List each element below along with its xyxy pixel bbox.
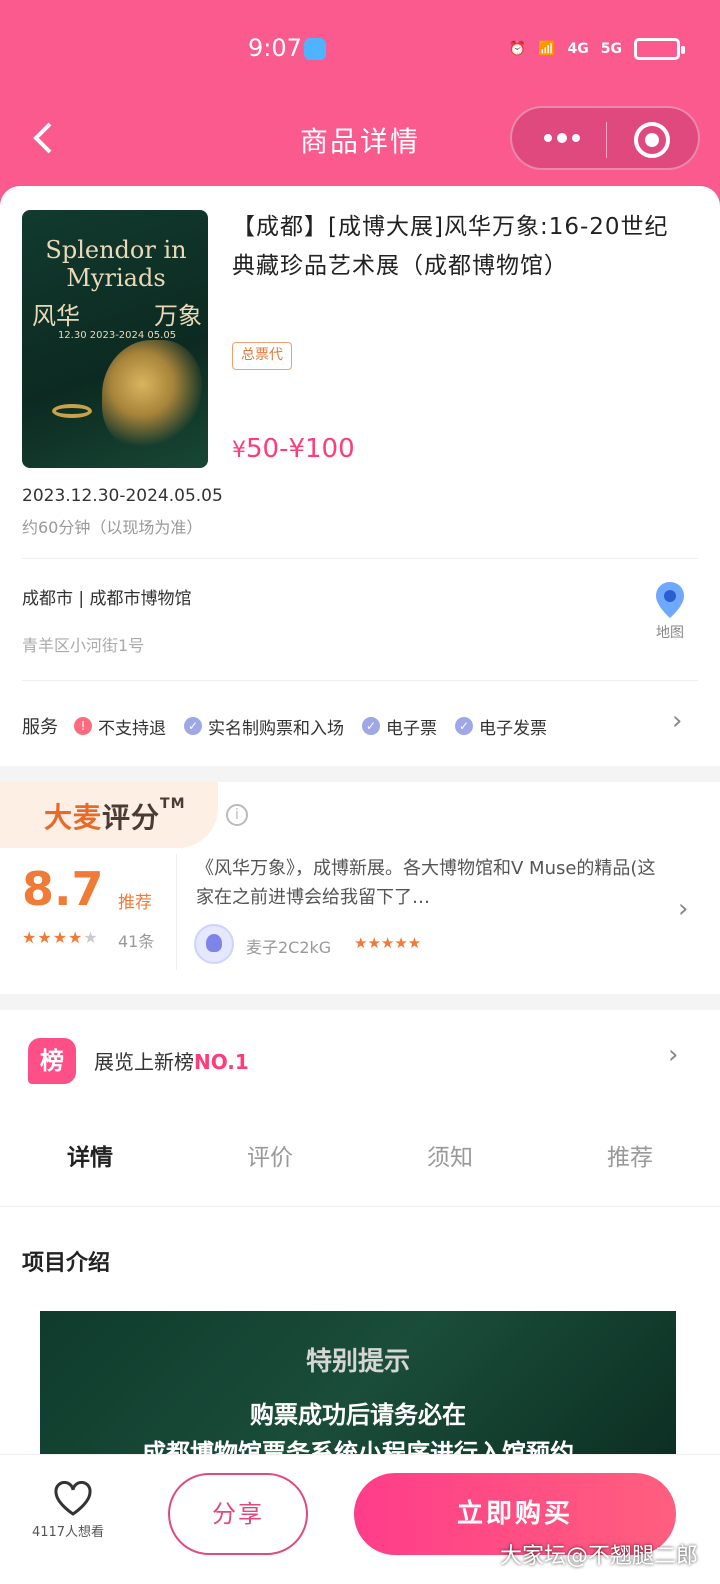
rating-badge: 大麦评分TM xyxy=(0,782,218,848)
service-label: 实名制购票和入场 xyxy=(208,718,344,739)
rating-stars: ★★★★★ xyxy=(22,928,99,947)
ranking-text: 展览上新榜NO.1 xyxy=(94,1046,249,1075)
poster-cn-left: 风华 xyxy=(32,302,80,330)
tab-reviews[interactable]: 评价 xyxy=(180,1130,360,1186)
review-count: 41条 xyxy=(118,932,155,951)
mini-program-capsule xyxy=(510,106,700,170)
divider xyxy=(176,854,177,970)
rating-brand: 大麦评分TM xyxy=(44,796,186,836)
reviewer-stars: ★★★★★ xyxy=(354,934,422,952)
check-icon: ✓ xyxy=(184,717,202,735)
intro-section: 项目介绍 特别提示 购票成功后请务必在 成都博物馆票务系统小程序进行入馆预约 xyxy=(0,1207,720,1471)
status-icons: ⏰ 📶 4G 5G xyxy=(508,38,685,60)
check-icon: ✓ xyxy=(362,717,380,735)
service-item: ✓ 实名制购票和入场 xyxy=(184,714,344,739)
divider xyxy=(22,558,698,559)
service-item: ✓ 电子发票 xyxy=(455,714,547,739)
map-pin-icon xyxy=(656,582,684,618)
wifi-icon: 📶 xyxy=(538,41,556,57)
network-4g-label: 4G xyxy=(567,41,589,57)
rating-score: 8.7 xyxy=(22,862,104,916)
price-range: ¥50-¥100 xyxy=(232,434,355,464)
poster-dates: 12.30 2023-2024 05.05 xyxy=(57,330,177,341)
poster-cn-right: 万象 xyxy=(154,302,202,330)
ring-jewel xyxy=(52,404,92,418)
ranking-number: NO.1 xyxy=(194,1050,249,1074)
review-snippet[interactable]: 《风华万象》，成博新展。各大博物馆和V Muse的精品(这家在之前进博会给我留下… xyxy=(196,854,666,914)
poster-image[interactable]: Splendor in Myriads 风华 万象 12.30 2023-202… xyxy=(22,210,208,468)
trademark: TM xyxy=(160,796,186,812)
poster-english-title: Splendor in Myriads xyxy=(45,236,187,292)
venue-address[interactable]: 青羊区小河街1号 xyxy=(22,632,144,656)
stars-empty: ★ xyxy=(83,928,99,947)
product-title: 【成都】[成博大展]风华万象:16-20世纪典藏珍品艺术展（成都博物馆） xyxy=(232,214,669,279)
close-mini-program-icon[interactable] xyxy=(634,122,670,158)
alarm-icon: ⏰ xyxy=(508,41,527,57)
recommend-label: 推荐 xyxy=(118,893,152,913)
map-button[interactable]: 地图 xyxy=(648,580,692,646)
chevron-right-icon[interactable]: › xyxy=(672,706,682,736)
services-label: 服务 xyxy=(22,717,58,738)
map-label: 地图 xyxy=(656,625,684,641)
product-card: Splendor in Myriads 风华 万象 12.30 2023-202… xyxy=(0,186,720,766)
tab-details[interactable]: 详情 xyxy=(0,1130,180,1186)
want-to-see-button[interactable]: 4117人想看 xyxy=(28,1481,118,1540)
reviewer-name: 麦子2C2kG xyxy=(246,938,332,957)
venue-name[interactable]: 成都市 | 成都市博物馆 xyxy=(22,584,192,609)
service-label: 电子发票 xyxy=(479,718,547,739)
warning-icon: ! xyxy=(74,717,92,735)
currency-symbol: ¥ xyxy=(232,438,246,463)
notice-line-1: 特别提示 xyxy=(305,1347,410,1377)
agent-tag: 总票代 xyxy=(232,342,292,370)
status-time: 9:07 xyxy=(248,34,302,62)
watermark-text: 大家坛@不翘腿二郎 xyxy=(499,1544,698,1569)
peacock-brooch xyxy=(102,340,202,450)
notification-icon xyxy=(304,38,326,60)
tab-notice[interactable]: 须知 xyxy=(360,1130,540,1186)
stars-filled: ★★★★ xyxy=(22,928,84,947)
service-label: 不支持退 xyxy=(98,718,166,739)
rating-section[interactable]: 大麦评分TM i 8.7 推荐 ★★★★★ 41条 《风华万象》，成博新展。各大… xyxy=(0,782,720,994)
user-avatar xyxy=(194,924,234,964)
notice-line-2: 购票成功后请务必在 xyxy=(250,1401,466,1429)
notice-image[interactable]: 特别提示 购票成功后请务必在 成都博物馆票务系统小程序进行入馆预约 xyxy=(40,1311,676,1471)
check-icon: ✓ xyxy=(455,717,473,735)
brand-damai: 大麦 xyxy=(44,801,103,834)
event-date: 2023.12.30-2024.05.05 xyxy=(22,486,223,506)
status-bar: 9:07 ⏰ 📶 4G 5G xyxy=(0,34,720,74)
chevron-right-icon[interactable]: › xyxy=(678,894,688,924)
intro-heading: 项目介绍 xyxy=(22,1251,111,1276)
ranking-label: 展览上新榜 xyxy=(94,1050,194,1074)
heart-icon xyxy=(54,1481,92,1516)
price-value: 50-¥100 xyxy=(246,434,355,464)
brand-pingfen: 评分 xyxy=(102,801,161,834)
battery-icon xyxy=(634,38,685,60)
want-to-see-count: 4117人想看 xyxy=(31,1525,105,1540)
chevron-right-icon[interactable]: › xyxy=(668,1040,678,1070)
service-label: 电子票 xyxy=(386,718,437,739)
network-5g-label: 5G xyxy=(600,41,622,57)
more-icon[interactable] xyxy=(542,126,582,150)
divider xyxy=(22,680,698,681)
header-bar: 9:07 ⏰ 📶 4G 5G 商品详情 xyxy=(0,0,720,210)
detail-tabs: 详情 评价 须知 推荐 xyxy=(0,1130,720,1186)
poster-chinese-title: 风华 万象 xyxy=(32,296,202,331)
ranking-icon: 榜 xyxy=(28,1038,76,1084)
share-button[interactable]: 分享 xyxy=(168,1473,308,1555)
event-duration: 约60分钟（以现场为准） xyxy=(22,518,203,537)
service-item: ✓ 电子票 xyxy=(362,714,437,739)
info-icon[interactable]: i xyxy=(226,804,248,826)
capsule-divider xyxy=(606,122,607,158)
services-row[interactable]: 服务 ! 不支持退 ✓ 实名制购票和入场 ✓ 电子票 ✓ 电子发票 xyxy=(22,710,698,742)
nav-bar: 商品详情 xyxy=(0,106,720,170)
service-item: ! 不支持退 xyxy=(74,714,166,739)
tab-recommend[interactable]: 推荐 xyxy=(540,1130,720,1186)
